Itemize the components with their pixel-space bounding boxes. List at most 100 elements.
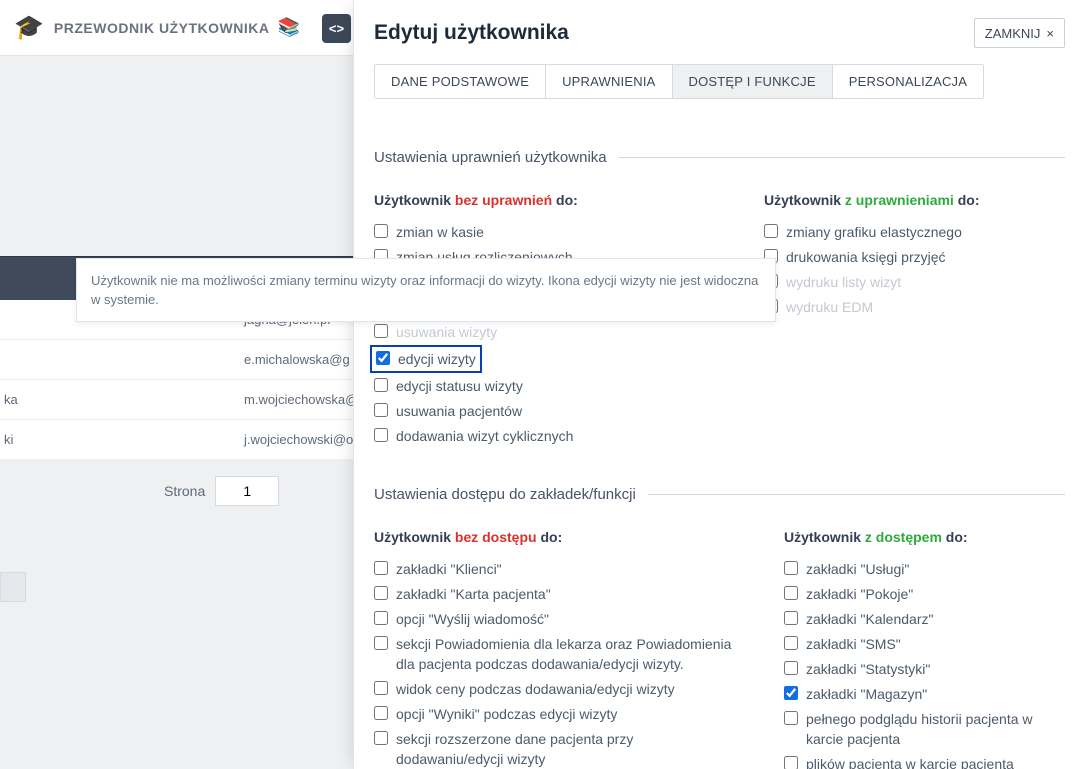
acc-right-row-4[interactable]: zakładki "Statystyki"	[784, 659, 1065, 679]
acc-left-checkbox-3[interactable]	[374, 636, 388, 650]
tooltip-text: Użytkownik nie ma możliwości zmiany term…	[91, 273, 758, 307]
acc-right-checkbox-7[interactable]	[784, 756, 798, 769]
panel-header: Edytuj użytkownika ZAMKNIJ ×	[374, 18, 1065, 48]
perm-left-checkbox-8[interactable]	[374, 428, 388, 442]
perm-right-label-0: zmiany grafiku elastycznego	[786, 222, 962, 242]
perm-left-label-0: zmian w kasie	[396, 222, 484, 242]
row-name: ki	[0, 432, 244, 447]
acc-right-row-1[interactable]: zakładki "Pokoje"	[784, 584, 1065, 604]
permissions-legend: Ustawienia uprawnień użytkownika	[374, 149, 1065, 166]
bg-app-title: PRZEWODNIK UŻYTKOWNIKA	[54, 20, 270, 36]
perm-right-row-2[interactable]: wydruku listy wizyt	[764, 272, 1065, 292]
acc-left-row-0[interactable]: zakładki "Klienci"	[374, 559, 734, 579]
row-email: e.michalowska@g	[244, 352, 350, 367]
perm-left-label-4: usuwania wizyty	[396, 322, 497, 342]
books-icon: 📚	[277, 17, 299, 38]
perm-left-row-8[interactable]: dodawania wizyt cyklicznych	[374, 426, 714, 446]
row-email: j.wojciechowski@o	[244, 432, 353, 447]
close-button[interactable]: ZAMKNIJ ×	[974, 18, 1065, 48]
acc-right-label-0: zakładki "Usługi"	[806, 559, 909, 579]
access-right-head: Użytkownik z dostępem do:	[784, 529, 1065, 545]
perm-left-row-5[interactable]: edycji wizyty	[370, 345, 482, 373]
divider	[648, 494, 1065, 495]
tab-dost-p-i-funkcje[interactable]: DOSTĘP I FUNKCJE	[673, 65, 833, 98]
tab-dane-podstawowe[interactable]: DANE PODSTAWOWE	[375, 65, 546, 98]
perm-left-checkbox-6[interactable]	[374, 378, 388, 392]
acc-left-row-4[interactable]: widok ceny podczas dodawania/edycji wizy…	[374, 679, 734, 699]
acc-right-label-2: zakładki "Kalendarz"	[806, 609, 933, 629]
perm-left-checkbox-4[interactable]	[374, 324, 388, 338]
code-toggle-button[interactable]: <>	[322, 14, 351, 43]
acc-left-row-3[interactable]: sekcji Powiadomienia dla lekarza oraz Po…	[374, 634, 734, 674]
acc-left-row-2[interactable]: opcji "Wyślij wiadomość"	[374, 609, 734, 629]
acc-left-row-6[interactable]: sekcji rozszerzone dane pacjenta przy do…	[374, 729, 734, 769]
perm-right-row-1[interactable]: drukowania księgi przyjęć	[764, 247, 1065, 267]
panel-tabs: DANE PODSTAWOWEUPRAWNIENIADOSTĘP I FUNKC…	[374, 64, 984, 99]
acc-right-checkbox-3[interactable]	[784, 636, 798, 650]
perm-right-row-0[interactable]: zmiany grafiku elastycznego	[764, 222, 1065, 242]
access-columns: Użytkownik bez dostępu do: zakładki "Kli…	[374, 529, 1065, 769]
perm-left-row-0[interactable]: zmian w kasie	[374, 222, 714, 242]
bg-pager-label: Strona	[164, 483, 205, 499]
divider	[619, 157, 1065, 158]
row-email: m.wojciechowska@o	[244, 392, 366, 407]
bg-pager-input[interactable]	[215, 476, 279, 506]
acc-right-checkbox-0[interactable]	[784, 561, 798, 575]
perm-left-checkbox-5[interactable]	[376, 351, 390, 365]
acc-right-label-7: plików pacjenta w karcie pacjenta	[806, 754, 1014, 769]
acc-left-checkbox-4[interactable]	[374, 681, 388, 695]
perm-right-checkbox-0[interactable]	[764, 224, 778, 238]
acc-right-row-6[interactable]: pełnego podglądu historii pacjenta w kar…	[784, 709, 1065, 749]
acc-left-label-6: sekcji rozszerzone dane pacjenta przy do…	[396, 729, 734, 769]
access-col-left: Użytkownik bez dostępu do: zakładki "Kli…	[374, 529, 734, 769]
acc-left-label-5: opcji "Wyniki" podczas edycji wizyty	[396, 704, 617, 724]
access-col-right: Użytkownik z dostępem do: zakładki "Usłu…	[784, 529, 1065, 769]
acc-right-checkbox-6[interactable]	[784, 711, 798, 725]
edit-user-panel: Edytuj użytkownika ZAMKNIJ × DANE PODSTA…	[353, 0, 1085, 769]
perm-right-label-3: wydruku EDM	[786, 297, 873, 317]
acc-right-checkbox-2[interactable]	[784, 611, 798, 625]
acc-right-checkbox-5[interactable]	[784, 686, 798, 700]
acc-left-checkbox-5[interactable]	[374, 706, 388, 720]
acc-left-checkbox-0[interactable]	[374, 561, 388, 575]
perm-left-label-5: edycji wizyty	[398, 349, 476, 369]
bg-pager-prev-button[interactable]	[0, 572, 26, 602]
perm-right-label-2: wydruku listy wizyt	[786, 272, 901, 292]
perm-right-row-3[interactable]: wydruku EDM	[764, 297, 1065, 317]
acc-right-row-3[interactable]: zakładki "SMS"	[784, 634, 1065, 654]
perm-left-row-7[interactable]: usuwania pacjentów	[374, 401, 714, 421]
perm-left-row-6[interactable]: edycji statusu wizyty	[374, 376, 714, 396]
perm-left-checkbox-0[interactable]	[374, 224, 388, 238]
acc-right-label-5: zakładki "Magazyn"	[806, 684, 927, 704]
acc-left-label-0: zakładki "Klienci"	[396, 559, 502, 579]
access-legend-text: Ustawienia dostępu do zakładek/funkcji	[374, 486, 636, 503]
acc-left-checkbox-6[interactable]	[374, 731, 388, 745]
acc-right-checkbox-1[interactable]	[784, 586, 798, 600]
acc-right-row-7[interactable]: plików pacjenta w karcie pacjenta	[784, 754, 1065, 769]
perm-right-label-1: drukowania księgi przyjęć	[786, 247, 946, 267]
acc-right-row-5[interactable]: zakładki "Magazyn"	[784, 684, 1065, 704]
acc-right-label-3: zakładki "SMS"	[806, 634, 901, 654]
close-button-label: ZAMKNIJ	[985, 26, 1041, 41]
acc-left-checkbox-2[interactable]	[374, 611, 388, 625]
perm-left-label-6: edycji statusu wizyty	[396, 376, 523, 396]
tooltip-edycji-wizyty: Użytkownik nie ma możliwości zmiany term…	[76, 258, 776, 322]
tab-uprawnienia[interactable]: UPRAWNIENIA	[546, 65, 672, 98]
acc-left-row-1[interactable]: zakładki "Karta pacjenta"	[374, 584, 734, 604]
acc-left-label-2: opcji "Wyślij wiadomość"	[396, 609, 549, 629]
perm-left-label-7: usuwania pacjentów	[396, 401, 522, 421]
tab-personalizacja[interactable]: PERSONALIZACJA	[833, 65, 983, 98]
acc-right-row-0[interactable]: zakładki "Usługi"	[784, 559, 1065, 579]
access-left-head: Użytkownik bez dostępu do:	[374, 529, 734, 545]
permissions-legend-text: Ustawienia uprawnień użytkownika	[374, 149, 607, 166]
perm-left-checkbox-7[interactable]	[374, 403, 388, 417]
acc-right-label-1: zakładki "Pokoje"	[806, 584, 913, 604]
acc-left-checkbox-1[interactable]	[374, 586, 388, 600]
access-legend: Ustawienia dostępu do zakładek/funkcji	[374, 486, 1065, 503]
acc-left-row-5[interactable]: opcji "Wyniki" podczas edycji wizyty	[374, 704, 734, 724]
perm-left-row-4[interactable]: usuwania wizyty	[374, 322, 714, 342]
acc-right-row-2[interactable]: zakładki "Kalendarz"	[784, 609, 1065, 629]
acc-right-checkbox-4[interactable]	[784, 661, 798, 675]
perm-left-head: Użytkownik bez uprawnień do:	[374, 192, 714, 208]
acc-right-label-4: zakładki "Statystyki"	[806, 659, 930, 679]
